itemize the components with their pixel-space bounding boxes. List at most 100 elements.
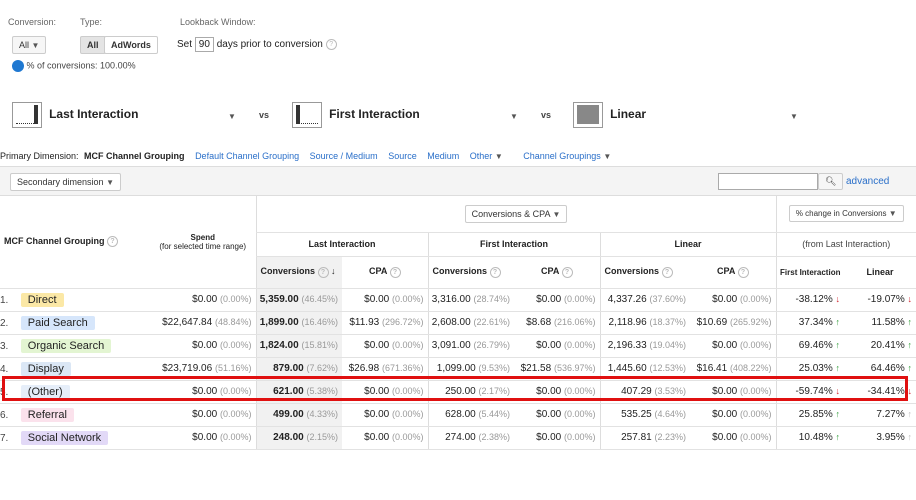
cell: 37.34% ↑ <box>775 311 844 335</box>
col-header-change-linear[interactable]: Linear <box>844 256 916 289</box>
lookback-days-input[interactable]: 90 <box>194 37 214 53</box>
cell-percent: (5.44%) <box>478 409 510 419</box>
cell: 20.41% ↑ <box>844 334 916 358</box>
linear-model-icon <box>573 102 603 128</box>
conversion-dropdown[interactable]: All ▼ <box>12 36 47 54</box>
col-header-last-conversions[interactable]: Conversions ? ↓ <box>255 256 342 289</box>
cell-value: 3,091.00 <box>431 340 471 351</box>
sort-descending-icon: ↓ <box>331 266 336 277</box>
help-icon[interactable]: ? <box>561 266 573 278</box>
type-adwords-button[interactable]: AdWords <box>104 36 158 54</box>
cell-value: $0.00 <box>712 294 738 305</box>
model-selector-first[interactable]: First Interaction <box>292 102 420 128</box>
row-index: 2. <box>0 317 9 329</box>
help-icon[interactable]: ? <box>317 266 329 278</box>
dimension-link-source-medium[interactable]: Source / Medium <box>310 151 378 161</box>
arrow-up-icon: ↑ <box>835 340 841 350</box>
cell-value: $0.00 <box>192 340 218 351</box>
model-selector-last[interactable]: Last Interaction <box>12 102 138 128</box>
group-first-interaction: First Interaction <box>427 232 600 257</box>
table-row[interactable]: 6. Referral $0.00 (0.00%) 499.00 (4.33%) $0… <box>0 403 916 427</box>
cell: $0.00 (0.00%) <box>150 403 256 427</box>
primary-dimension-bar: Primary Dimension: MCF Channel Grouping … <box>0 151 611 161</box>
table-row[interactable]: 1. Direct $0.00 (0.00%) 5,359.00 (46.45%) $… <box>0 288 916 312</box>
col-header-change-first[interactable]: First Interaction <box>775 256 844 289</box>
cell-percent: (22.61%) <box>473 317 510 327</box>
search-button[interactable]: 🔍︎ <box>818 173 844 190</box>
metric-select-label: Conversions & CPA <box>471 208 550 219</box>
channel-link[interactable]: Social Network <box>20 430 109 445</box>
table-row[interactable]: 7. Social Network $0.00 (0.00%) 248.00 (2.… <box>0 426 916 450</box>
cell-value: 7.27% <box>876 409 905 420</box>
cell: $0.00 (0.00%) <box>342 334 428 358</box>
col-header-linear-cpa[interactable]: CPA ? <box>690 256 776 289</box>
model-selector-linear[interactable]: Linear <box>573 102 646 128</box>
dimension-link-source[interactable]: Source <box>388 151 417 161</box>
cell-percent: (4.64%) <box>654 409 686 419</box>
model-name: First Interaction <box>329 106 420 121</box>
metric-select-dropdown[interactable]: Conversions & CPA ▼ <box>464 204 568 223</box>
help-icon[interactable]: ? <box>489 266 501 278</box>
channel-link[interactable]: Direct <box>20 292 64 307</box>
advanced-link[interactable]: advanced <box>846 176 889 187</box>
channel-link[interactable]: Referral <box>20 407 74 422</box>
col-header-linear-conversions[interactable]: Conversions ? <box>599 256 690 289</box>
type-label: Type: <box>80 17 103 27</box>
cell: $0.00 (0.00%) <box>514 288 600 312</box>
channel-cell: 2. Paid Search <box>0 311 150 335</box>
channel-groupings-link[interactable]: Channel Groupings ▼ <box>523 151 611 161</box>
col-header-first-conversions[interactable]: Conversions ? <box>427 256 514 289</box>
type-all-button[interactable]: All <box>80 36 106 54</box>
lookback-set-label: Set <box>177 39 193 51</box>
cpa-label: CPA <box>716 266 735 277</box>
col-header-spend[interactable]: Spend (for selected time range) <box>150 196 256 289</box>
help-icon[interactable]: ? <box>737 266 749 278</box>
cell-value: $8.68 <box>526 317 552 328</box>
col-header-first-cpa[interactable]: CPA ? <box>514 256 600 289</box>
cell-value: 25.03% <box>798 363 833 374</box>
secondary-dimension-label: Secondary dimension <box>17 177 104 187</box>
cell-percent: (0.00%) <box>739 432 772 442</box>
col-header-last-cpa[interactable]: CPA ? <box>342 256 428 289</box>
channel-link[interactable]: Paid Search <box>20 315 95 330</box>
chevron-down-icon[interactable]: ▼ <box>510 112 518 121</box>
change-select-dropdown[interactable]: % change in Conversions ▼ <box>788 205 904 223</box>
dimension-link-medium[interactable]: Medium <box>427 151 459 161</box>
channel-cell: 1. Direct <box>0 288 150 312</box>
channel-link[interactable]: Display <box>20 361 71 376</box>
cell: 3,316.00 (28.74%) <box>427 288 514 312</box>
cell-value: 11.58% <box>871 317 905 328</box>
cell-value: 628.00 <box>445 409 476 420</box>
help-icon[interactable]: ? <box>389 266 401 278</box>
cell-value: -38.12% <box>795 294 833 305</box>
model-name: Last Interaction <box>49 106 139 121</box>
cell: 628.00 (5.44%) <box>427 403 514 427</box>
chevron-down-icon[interactable]: ▼ <box>228 112 236 121</box>
search-input[interactable] <box>718 173 818 190</box>
chevron-down-icon[interactable]: ▼ <box>790 112 798 121</box>
help-icon[interactable]: ? <box>325 39 337 50</box>
cell-value: $0.00 <box>712 432 738 443</box>
table-row[interactable]: 3. Organic Search $0.00 (0.00%) 1,824.00 (… <box>0 334 916 358</box>
cell-value: 879.00 <box>273 363 304 374</box>
cell-percent: (26.79%) <box>473 340 510 350</box>
col-header-channel[interactable]: MCF Channel Grouping ? <box>0 196 150 289</box>
cell-value: 25.85% <box>798 409 833 420</box>
dimension-link-default-channel[interactable]: Default Channel Grouping <box>195 151 299 161</box>
cell-value: $16.41 <box>696 363 728 374</box>
row-index: 7. <box>0 432 9 444</box>
dimension-link-other[interactable]: Other ▼ <box>470 151 503 161</box>
secondary-dimension-dropdown[interactable]: Secondary dimension ▼ <box>10 173 121 191</box>
conversions-label: Conversions <box>432 266 488 277</box>
cell: 3.95% ↑ <box>844 426 916 450</box>
help-icon[interactable]: ? <box>107 236 119 248</box>
table-row[interactable]: 2. Paid Search $22,647.84 (48.84%) 1,899.0… <box>0 311 916 335</box>
arrow-up-icon: ↑ <box>907 409 913 419</box>
last-interaction-model-icon <box>12 102 42 128</box>
help-icon[interactable]: ? <box>661 266 673 278</box>
cell-value: $0.00 <box>536 340 562 351</box>
channel-link[interactable]: Organic Search <box>20 338 112 353</box>
percent-conversions-row: % of conversions: 100.00% <box>12 60 136 72</box>
arrow-down-icon: ↓ <box>907 294 913 304</box>
cell: 11.58% ↑ <box>844 311 916 335</box>
